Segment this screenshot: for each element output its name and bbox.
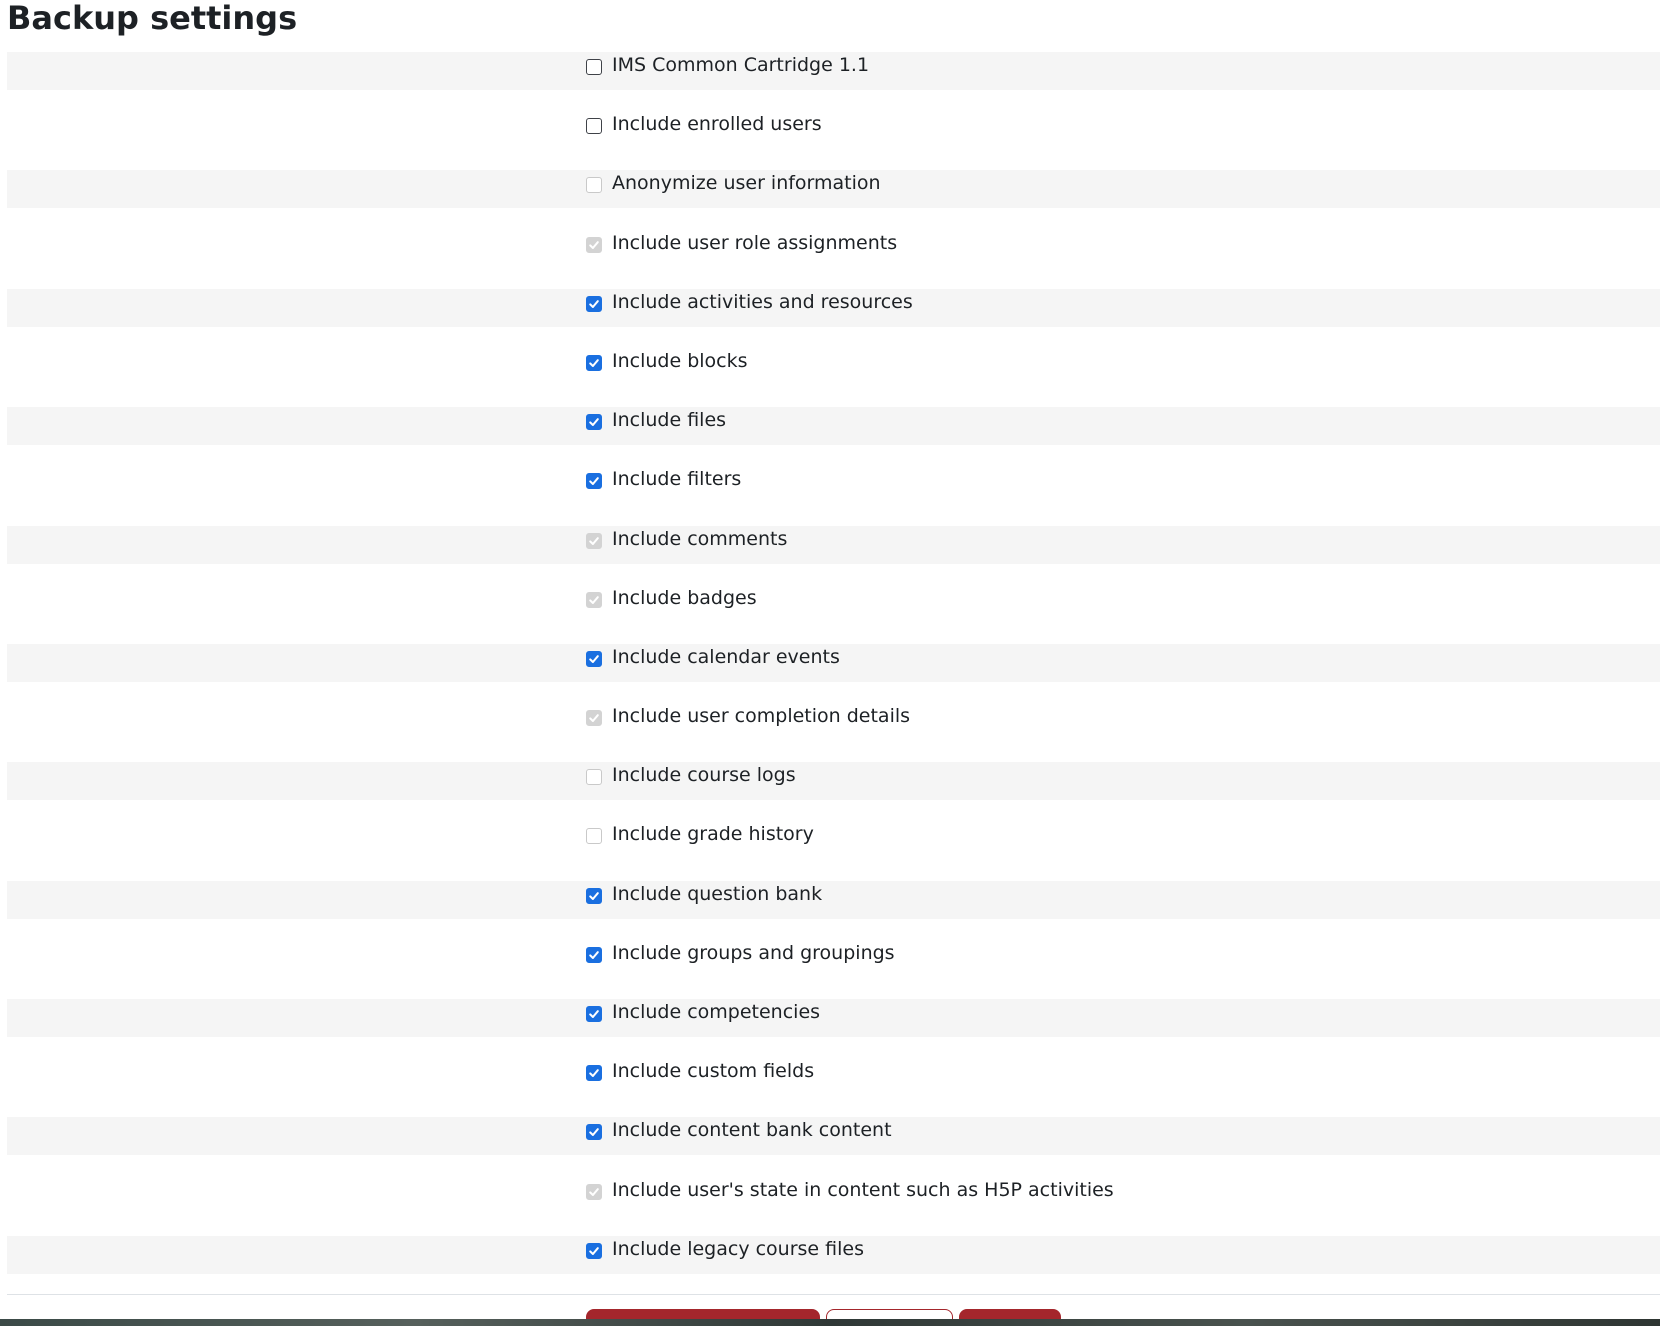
setting-label[interactable]: Include groups and groupings	[612, 941, 895, 965]
setting-checkbox	[586, 532, 602, 549]
checkmark-icon	[589, 655, 599, 663]
row-stripe	[7, 111, 1660, 149]
setting-row: Include badges	[7, 585, 1660, 644]
checkmark-icon	[589, 418, 599, 427]
row-stripe	[7, 525, 1660, 564]
row-stripe	[7, 821, 1660, 859]
row-stripe	[7, 762, 1660, 801]
checkmark-icon	[589, 477, 599, 486]
setting-checkbox[interactable]	[586, 414, 602, 431]
setting-row: Include comments	[7, 525, 1660, 585]
backup-settings-page: Backup settings IMS Common Cartridge 1.1…	[0, 0, 1660, 1326]
setting-label: Include user role assignments	[612, 231, 898, 254]
setting-label[interactable]: IMS Common Cartridge 1.1	[612, 53, 869, 77]
setting-row: Include question bank	[7, 880, 1660, 940]
setting-checkbox[interactable]	[586, 1006, 602, 1022]
setting-label[interactable]: Include calendar events	[612, 645, 840, 669]
checkmark-icon	[589, 595, 599, 604]
setting-row: Include competencies	[7, 999, 1660, 1058]
setting-label[interactable]: Include enrolled users	[612, 112, 822, 136]
setting-label: Include course logs	[612, 764, 796, 787]
setting-checkbox[interactable]	[586, 1124, 602, 1141]
setting-checkbox	[586, 769, 602, 786]
checkmark-icon	[589, 1069, 599, 1078]
setting-checkbox[interactable]	[586, 118, 602, 135]
setting-label: Include user's state in content such as …	[612, 1178, 1114, 1201]
setting-checkbox[interactable]	[586, 946, 602, 963]
setting-checkbox[interactable]	[586, 1065, 602, 1082]
checkmark-icon	[589, 1246, 599, 1255]
row-stripe	[7, 407, 1660, 446]
setting-label: Include grade history	[612, 823, 814, 846]
checkmark-icon	[589, 951, 599, 959]
setting-row: Include grade history	[7, 821, 1660, 880]
setting-row: Include calendar events	[7, 643, 1660, 703]
checkmark-icon	[589, 714, 599, 723]
checkmark-icon	[589, 1128, 599, 1137]
checkmark-icon	[589, 891, 599, 900]
setting-row: Anonymize user information	[7, 170, 1660, 229]
setting-checkbox	[586, 591, 602, 608]
setting-row: IMS Common Cartridge 1.1	[7, 52, 1660, 111]
setting-checkbox	[586, 236, 602, 253]
checkmark-icon	[589, 240, 599, 249]
setting-checkbox	[586, 1183, 602, 1200]
setting-label: Include badges	[612, 586, 757, 609]
checkmark-icon	[589, 1010, 599, 1018]
row-stripe	[7, 880, 1660, 919]
setting-row: Include user completion details	[7, 703, 1660, 762]
form-divider	[7, 1294, 1660, 1295]
setting-label: Include user completion details	[612, 705, 911, 728]
setting-label: Anonymize user information	[612, 172, 881, 195]
setting-label[interactable]: Include filters	[612, 467, 741, 491]
setting-checkbox[interactable]	[586, 887, 602, 904]
setting-row: Include filters	[7, 466, 1660, 525]
setting-label: Include comments	[612, 527, 788, 550]
row-stripe	[7, 1058, 1660, 1096]
row-stripe	[7, 999, 1660, 1037]
setting-checkbox[interactable]	[586, 650, 602, 667]
checkmark-icon	[589, 1187, 599, 1196]
checkmark-icon	[589, 536, 599, 545]
setting-row: Include course logs	[7, 762, 1660, 821]
setting-row: Include user role assignments	[7, 230, 1660, 289]
setting-label[interactable]: Include blocks	[612, 349, 748, 373]
setting-label[interactable]: Include competencies	[612, 1000, 820, 1024]
setting-label[interactable]: Include activities and resources	[612, 290, 913, 314]
setting-label[interactable]: Include files	[612, 408, 726, 432]
setting-row: Include custom fields	[7, 1058, 1660, 1117]
row-stripe	[7, 348, 1660, 386]
setting-checkbox[interactable]	[586, 295, 602, 312]
setting-label[interactable]: Include custom fields	[612, 1059, 814, 1083]
row-stripe	[7, 466, 1660, 504]
setting-row: Include activities and resources	[7, 288, 1660, 348]
setting-row: Include blocks	[7, 348, 1660, 407]
setting-row: Include user's state in content such as …	[7, 1177, 1660, 1236]
checkmark-icon	[589, 359, 599, 367]
setting-checkbox	[586, 828, 602, 845]
checkmark-icon	[589, 299, 599, 308]
setting-row: Include enrolled users	[7, 111, 1660, 170]
setting-row: Include groups and groupings	[7, 940, 1660, 999]
setting-checkbox[interactable]	[586, 473, 602, 490]
page-title: Backup settings	[7, 0, 298, 37]
setting-row: Include files	[7, 407, 1660, 466]
background-image-strip	[0, 1319, 1660, 1326]
setting-row: Include legacy course files	[7, 1235, 1660, 1295]
row-stripe	[7, 585, 1660, 623]
setting-checkbox[interactable]	[586, 1242, 602, 1259]
settings-list: IMS Common Cartridge 1.1 Include enrolled…	[7, 52, 1660, 1295]
setting-checkbox[interactable]	[586, 59, 602, 75]
setting-checkbox	[586, 710, 602, 727]
setting-checkbox[interactable]	[586, 354, 602, 371]
setting-row: Include content bank content	[7, 1117, 1660, 1176]
setting-label[interactable]: Include question bank	[612, 882, 822, 906]
setting-label[interactable]: Include content bank content	[612, 1118, 892, 1142]
setting-label[interactable]: Include legacy course files	[612, 1237, 864, 1261]
setting-checkbox	[586, 177, 602, 194]
